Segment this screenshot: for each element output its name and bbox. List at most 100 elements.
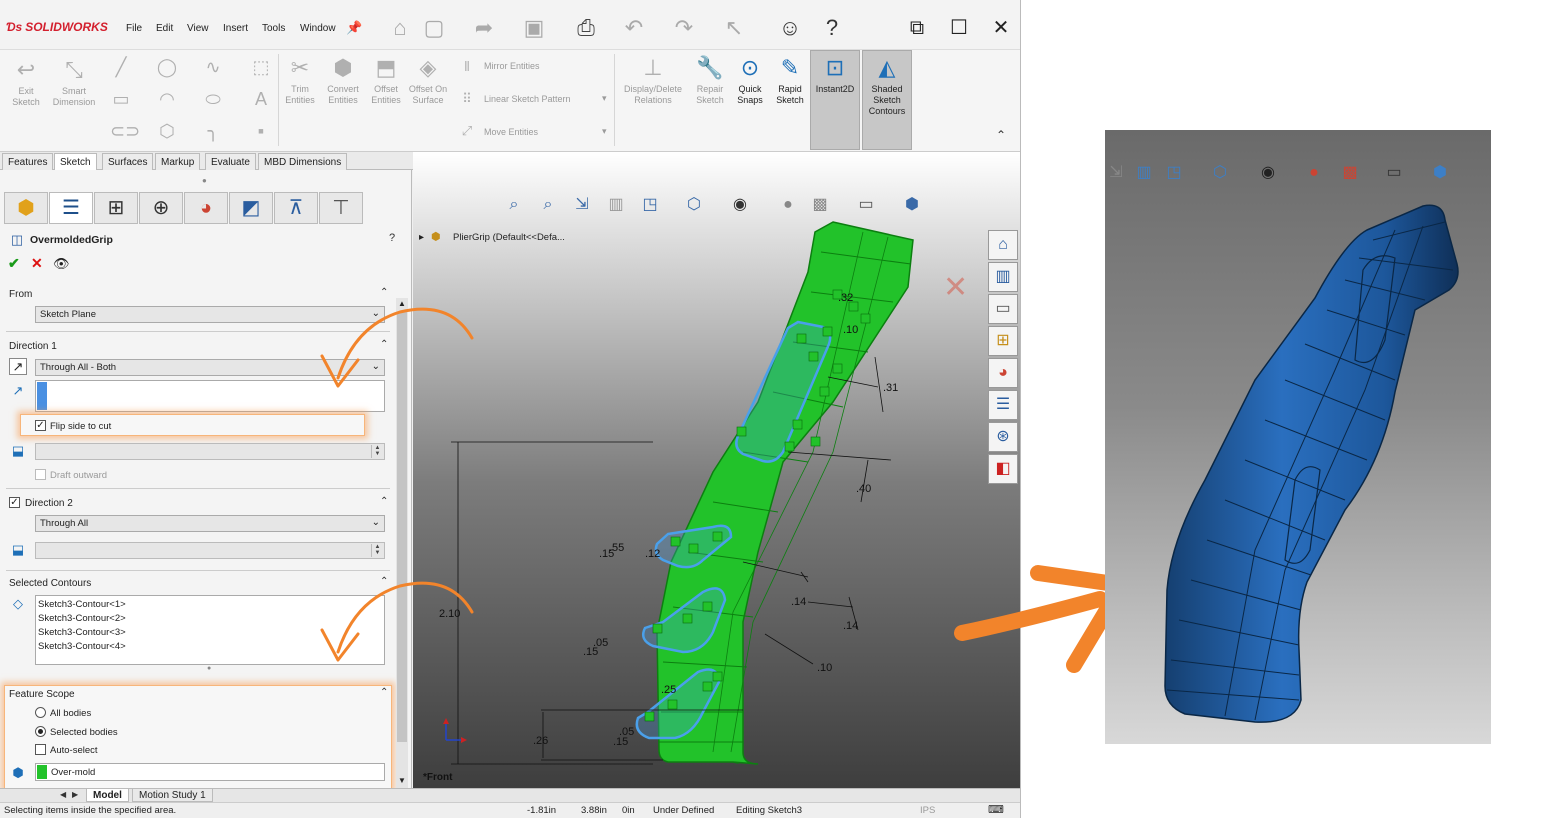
tab-features[interactable]: Features	[2, 153, 54, 170]
trim-entities-button[interactable]: ✂ Trim Entities	[282, 54, 318, 106]
selected-bodies-radio[interactable]	[35, 726, 46, 737]
menu-tools[interactable]: Tools	[262, 23, 285, 34]
tab-markup[interactable]: Markup	[155, 153, 201, 170]
menu-window[interactable]: Window	[300, 23, 336, 34]
dimension-label[interactable]: .15	[613, 736, 628, 748]
collapse-ribbon-icon[interactable]: ⌃	[996, 128, 1006, 142]
list-item[interactable]: Sketch3-Contour<2>	[38, 613, 126, 624]
tab-mbd-dimensions[interactable]: MBD Dimensions	[258, 153, 348, 170]
tab-surfaces[interactable]: Surfaces	[102, 153, 154, 170]
rectangle-icon[interactable]: ▭	[110, 88, 132, 110]
dimension-label[interactable]: .14	[791, 596, 806, 608]
menu-file[interactable]: File	[126, 23, 142, 34]
list-item[interactable]: Sketch3-Contour<3>	[38, 627, 126, 638]
all-bodies-radio[interactable]	[35, 707, 46, 718]
maximize-icon[interactable]: ☐	[944, 14, 974, 42]
ellipse-icon[interactable]: ⬭	[202, 88, 224, 110]
tab-motion-study[interactable]: Motion Study 1	[132, 789, 213, 802]
offset-on-surface-button[interactable]: ◈ Offset On Surface	[408, 54, 448, 106]
undo-icon[interactable]: ↶	[620, 14, 648, 42]
menu-insert[interactable]: Insert	[223, 23, 248, 34]
tab-evaluate[interactable]: Evaluate	[205, 153, 256, 170]
dimxpert-tab-icon[interactable]: ⊕	[139, 192, 183, 224]
direction2-checkbox[interactable]: ✓	[9, 497, 20, 508]
open-icon[interactable]: ➦	[470, 14, 498, 42]
tab-sketch[interactable]: Sketch	[54, 153, 97, 170]
help-icon[interactable]: ?	[818, 14, 846, 42]
chevron-down-icon[interactable]: ▾	[602, 126, 607, 137]
arc-icon[interactable]: ◠	[156, 88, 178, 110]
slot-icon[interactable]: ⊂⊃	[110, 120, 140, 142]
mirror-icon[interactable]: ⫴	[456, 56, 478, 78]
resources-icon[interactable]: ◧	[988, 454, 1018, 484]
scroll-left-icon[interactable]: ◀	[60, 790, 66, 799]
convert-entities-button[interactable]: ⬢ Convert Entities	[322, 54, 364, 106]
tab-model[interactable]: Model	[86, 789, 129, 802]
smart-dimension-button[interactable]: ⤡ Smart Dimension	[46, 56, 102, 108]
linear-pattern-icon[interactable]: ⠿	[456, 88, 478, 110]
appearances-icon[interactable]: ◕	[988, 358, 1018, 388]
menu-view[interactable]: View	[187, 23, 209, 34]
reverse-direction-icon[interactable]: ↗	[9, 358, 27, 375]
bodies-list[interactable]: Over-mold	[35, 763, 385, 781]
list-item[interactable]: Over-mold	[51, 767, 95, 778]
simulation-tab-icon[interactable]: ⊤	[319, 192, 363, 224]
move-icon[interactable]: ⤢	[456, 120, 478, 142]
view-palette-icon[interactable]: ⊞	[988, 326, 1018, 356]
dimension-label[interactable]: .40	[856, 483, 871, 495]
display-delete-relations-button[interactable]: ⊥ Display/Delete Relations	[618, 54, 688, 106]
grip-dot-icon[interactable]: ●	[207, 665, 211, 672]
plane-icon[interactable]: ▪	[250, 120, 272, 142]
mirror-entities-button[interactable]: Mirror Entities	[484, 61, 540, 71]
dimension-label[interactable]: .25	[661, 684, 676, 696]
design-library-icon[interactable]: ▥	[988, 262, 1018, 292]
spline-icon[interactable]: ∿	[202, 56, 224, 78]
repair-sketch-button[interactable]: 🔧 Repair Sketch	[690, 54, 730, 106]
move-entities-button[interactable]: Move Entities	[484, 127, 538, 137]
ok-check-icon[interactable]: ✔	[8, 255, 20, 272]
property-manager-tab-icon[interactable]: ☰	[49, 192, 93, 224]
graphics-area[interactable]: ⌕ ⌕ ⇲ ▥ ◳ ⬡ ◉ ● ▩ ▭ ⬢ ▸ ⬢ PlierGrip (Def…	[413, 152, 1020, 788]
rapid-sketch-button[interactable]: ✎ Rapid Sketch	[770, 54, 810, 106]
dimension-label[interactable]: .31	[883, 382, 898, 394]
text-icon[interactable]: A	[250, 88, 272, 110]
polygon-icon[interactable]: ⬡	[156, 120, 178, 142]
new-document-icon[interactable]: ▢	[420, 14, 448, 42]
home-icon[interactable]: ⌂	[988, 230, 1018, 260]
restore-window-icon[interactable]: ⧉	[902, 14, 932, 42]
scroll-right-icon[interactable]: ▶	[72, 790, 78, 799]
instant2d-button[interactable]: ⊡ Instant2D	[810, 54, 860, 95]
user-icon[interactable]: ☺	[776, 14, 804, 42]
cancel-x-icon[interactable]: ✕	[31, 255, 43, 272]
quick-snaps-button[interactable]: ⊙ Quick Snaps	[733, 54, 767, 106]
units-selector[interactable]: IPS	[920, 805, 935, 816]
save-icon[interactable]: ▣	[520, 14, 548, 42]
configuration-manager-tab-icon[interactable]: ⊞	[94, 192, 138, 224]
exit-sketch-button[interactable]: ↩ Exit Sketch	[6, 56, 46, 108]
pin-icon[interactable]: 📌	[346, 14, 362, 42]
auto-select-checkbox[interactable]	[35, 744, 46, 755]
draft-outward-checkbox[interactable]	[35, 469, 46, 480]
custom-properties-icon[interactable]: ☰	[988, 390, 1018, 420]
feature-manager-tab-icon[interactable]: ⬢	[4, 192, 48, 224]
customize-status-icon[interactable]: ⌨	[988, 803, 1004, 816]
line-icon[interactable]: ╱	[110, 56, 132, 78]
help-icon[interactable]: ?	[389, 232, 395, 244]
dimension-label[interactable]: .14	[843, 620, 858, 632]
chevron-down-icon[interactable]: ▾	[602, 93, 607, 104]
home-icon[interactable]: ⌂	[386, 14, 414, 42]
dimension-label[interactable]: .55	[609, 542, 624, 554]
linear-sketch-pattern-button[interactable]: Linear Sketch Pattern	[484, 94, 571, 104]
select-icon[interactable]: ↖	[720, 14, 748, 42]
offset-entities-button[interactable]: ⬒ Offset Entities	[366, 54, 406, 106]
menu-edit[interactable]: Edit	[156, 23, 173, 34]
file-explorer-icon[interactable]: ▭	[988, 294, 1018, 324]
flip-side-checkbox[interactable]: ✓	[35, 420, 46, 431]
display-manager-tab-icon[interactable]: ◕	[184, 192, 228, 224]
dimension-label[interactable]: .10	[843, 324, 858, 336]
close-icon[interactable]: ✕	[986, 14, 1016, 42]
redo-icon[interactable]: ↷	[670, 14, 698, 42]
dimension-label[interactable]: .15	[583, 646, 598, 658]
scroll-down-icon[interactable]: ▼	[398, 776, 406, 785]
grip-dot-icon[interactable]: ●	[202, 176, 207, 185]
